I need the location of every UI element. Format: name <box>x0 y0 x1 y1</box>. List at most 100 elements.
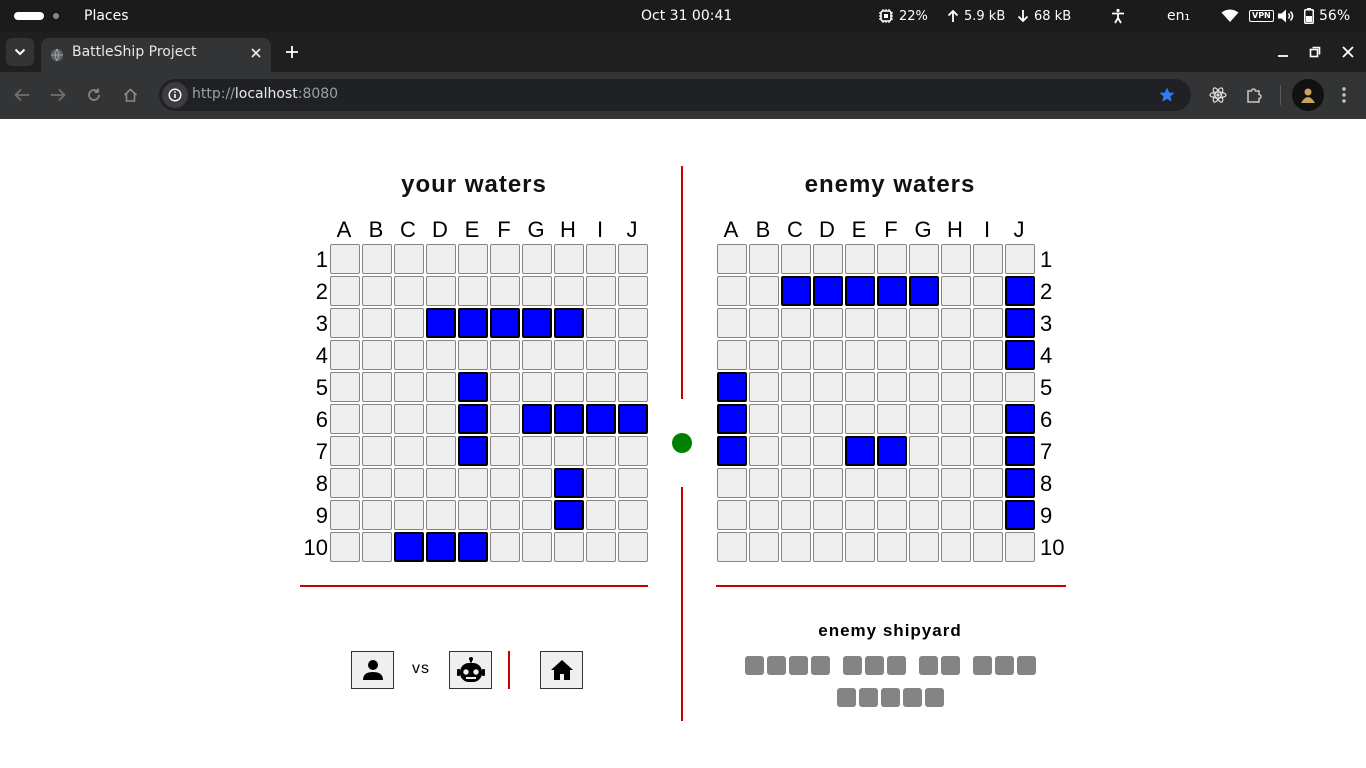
address-bar[interactable]: http://localhost:8080 <box>159 79 1191 111</box>
enemy-cell-D2[interactable] <box>813 276 843 306</box>
enemy-cell-J6[interactable] <box>1005 404 1035 434</box>
back-button[interactable] <box>12 85 32 105</box>
home-button[interactable] <box>120 85 140 105</box>
enemy-cell-H6[interactable] <box>941 404 971 434</box>
enemy-cell-D7[interactable] <box>813 436 843 466</box>
enemy-cell-C1[interactable] <box>781 244 811 274</box>
enemy-cell-F3[interactable] <box>877 308 907 338</box>
enemy-cell-H4[interactable] <box>941 340 971 370</box>
enemy-cell-D3[interactable] <box>813 308 843 338</box>
enemy-cell-F9[interactable] <box>877 500 907 530</box>
enemy-cell-F2[interactable] <box>877 276 907 306</box>
enemy-cell-G3[interactable] <box>909 308 939 338</box>
enemy-cell-C6[interactable] <box>781 404 811 434</box>
enemy-cell-E2[interactable] <box>845 276 875 306</box>
enemy-cell-E8[interactable] <box>845 468 875 498</box>
enemy-cell-F4[interactable] <box>877 340 907 370</box>
enemy-cell-G9[interactable] <box>909 500 939 530</box>
enemy-cell-G8[interactable] <box>909 468 939 498</box>
react-devtools-extension[interactable] <box>1207 84 1229 106</box>
enemy-cell-H9[interactable] <box>941 500 971 530</box>
close-icon[interactable] <box>251 48 261 58</box>
enemy-cell-D6[interactable] <box>813 404 843 434</box>
enemy-cell-A6[interactable] <box>717 404 747 434</box>
browser-menu-button[interactable] <box>1336 84 1352 106</box>
places-menu[interactable]: Places <box>84 0 129 32</box>
enemy-cell-F7[interactable] <box>877 436 907 466</box>
enemy-cell-J5[interactable] <box>1005 372 1035 402</box>
new-tab-button[interactable] <box>281 39 303 65</box>
enemy-cell-E4[interactable] <box>845 340 875 370</box>
enemy-cell-B3[interactable] <box>749 308 779 338</box>
enemy-cell-I4[interactable] <box>973 340 1003 370</box>
enemy-cell-A5[interactable] <box>717 372 747 402</box>
player-button[interactable] <box>351 651 394 689</box>
enemy-cell-I6[interactable] <box>973 404 1003 434</box>
enemy-cell-D1[interactable] <box>813 244 843 274</box>
enemy-cell-J3[interactable] <box>1005 308 1035 338</box>
enemy-cell-J2[interactable] <box>1005 276 1035 306</box>
enemy-cell-G1[interactable] <box>909 244 939 274</box>
enemy-cell-G6[interactable] <box>909 404 939 434</box>
enemy-cell-G4[interactable] <box>909 340 939 370</box>
enemy-cell-A1[interactable] <box>717 244 747 274</box>
enemy-cell-I9[interactable] <box>973 500 1003 530</box>
enemy-cell-D8[interactable] <box>813 468 843 498</box>
enemy-cell-G10[interactable] <box>909 532 939 562</box>
tab-search-button[interactable] <box>6 38 34 66</box>
enemy-cell-H2[interactable] <box>941 276 971 306</box>
enemy-cell-F6[interactable] <box>877 404 907 434</box>
enemy-cell-I10[interactable] <box>973 532 1003 562</box>
enemy-cell-H7[interactable] <box>941 436 971 466</box>
enemy-cell-C9[interactable] <box>781 500 811 530</box>
download-indicator[interactable]: 68 kB <box>1017 0 1071 32</box>
forward-button[interactable] <box>48 85 68 105</box>
enemy-cell-D10[interactable] <box>813 532 843 562</box>
enemy-cell-J7[interactable] <box>1005 436 1035 466</box>
clock[interactable]: Oct 31 00:41 <box>641 0 732 32</box>
enemy-cell-A3[interactable] <box>717 308 747 338</box>
enemy-cell-B7[interactable] <box>749 436 779 466</box>
enemy-cell-F10[interactable] <box>877 532 907 562</box>
enemy-cell-B9[interactable] <box>749 500 779 530</box>
enemy-cell-G5[interactable] <box>909 372 939 402</box>
enemy-cell-I2[interactable] <box>973 276 1003 306</box>
enemy-cell-A4[interactable] <box>717 340 747 370</box>
tab-battleship[interactable]: BattleShip Project <box>41 38 271 72</box>
volume-icon[interactable] <box>1277 0 1295 32</box>
enemy-cell-I5[interactable] <box>973 372 1003 402</box>
enemy-cell-C4[interactable] <box>781 340 811 370</box>
enemy-cell-H1[interactable] <box>941 244 971 274</box>
enemy-cell-F5[interactable] <box>877 372 907 402</box>
maximize-button[interactable] <box>1305 42 1325 62</box>
close-window-button[interactable] <box>1338 42 1358 62</box>
enemy-cell-B1[interactable] <box>749 244 779 274</box>
minimize-button[interactable] <box>1273 42 1293 62</box>
computer-opponent-button[interactable] <box>449 651 492 689</box>
enemy-cell-A7[interactable] <box>717 436 747 466</box>
enemy-cell-A10[interactable] <box>717 532 747 562</box>
enemy-cell-E10[interactable] <box>845 532 875 562</box>
workspace-indicator[interactable] <box>14 0 59 32</box>
reload-button[interactable] <box>84 85 104 105</box>
enemy-cell-J10[interactable] <box>1005 532 1035 562</box>
enemy-cell-F1[interactable] <box>877 244 907 274</box>
enemy-cell-B5[interactable] <box>749 372 779 402</box>
site-info-button[interactable] <box>162 82 188 108</box>
enemy-cell-A8[interactable] <box>717 468 747 498</box>
enemy-cell-D4[interactable] <box>813 340 843 370</box>
enemy-cell-H8[interactable] <box>941 468 971 498</box>
enemy-cell-I7[interactable] <box>973 436 1003 466</box>
bookmark-star-button[interactable] <box>1157 85 1177 105</box>
vpn-icon[interactable]: VPN <box>1249 0 1274 32</box>
language-indicator[interactable]: en₁ <box>1167 0 1190 32</box>
profile-avatar[interactable] <box>1292 79 1324 111</box>
enemy-cell-D5[interactable] <box>813 372 843 402</box>
enemy-cell-C7[interactable] <box>781 436 811 466</box>
battery-indicator[interactable]: 56% <box>1304 0 1350 32</box>
enemy-cell-E9[interactable] <box>845 500 875 530</box>
enemy-cell-I8[interactable] <box>973 468 1003 498</box>
home-page-button[interactable] <box>540 651 583 689</box>
upload-indicator[interactable]: 5.9 kB <box>947 0 1005 32</box>
enemy-cell-D9[interactable] <box>813 500 843 530</box>
